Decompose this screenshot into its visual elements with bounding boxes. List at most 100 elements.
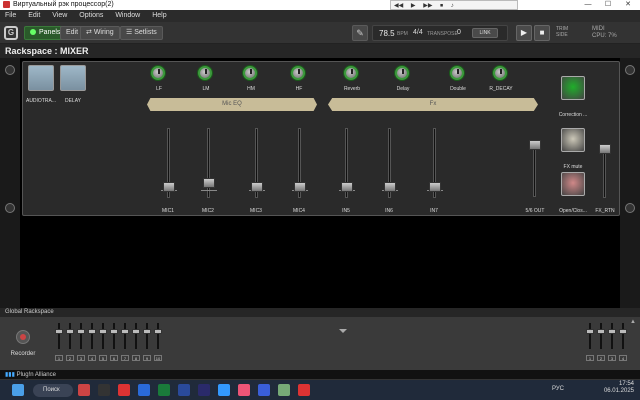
menu-file[interactable]: File	[0, 10, 21, 21]
left-channel-number[interactable]: 2	[66, 355, 74, 361]
windows-start-icon[interactable]	[12, 384, 24, 396]
audiotrack-button[interactable]	[28, 65, 54, 91]
after-effects-icon[interactable]	[218, 384, 230, 396]
language-indicator[interactable]: РУС	[552, 386, 564, 392]
left-fader-track[interactable]	[102, 323, 104, 349]
right-fader-track[interactable]	[611, 323, 613, 349]
wiring-button[interactable]: ⇄ Wiring	[80, 26, 120, 40]
fader-cap-in7[interactable]	[429, 182, 441, 193]
knob-rdecay[interactable]	[493, 66, 507, 80]
prev-track-icon[interactable]: ◀◀	[394, 2, 403, 9]
record-button[interactable]	[16, 330, 30, 344]
photo-app-icon[interactable]	[78, 384, 90, 396]
right-channel-number[interactable]: 3	[608, 355, 616, 361]
right-fader-track[interactable]	[589, 323, 591, 349]
left-channel-number[interactable]: 3	[77, 355, 85, 361]
left-fader-cap[interactable]	[154, 329, 162, 334]
vivaldi-icon[interactable]	[258, 384, 270, 396]
knob-double[interactable]	[450, 66, 464, 80]
media-controls[interactable]: ◀◀ ▶ ▶▶ ⏹ ♪	[390, 0, 518, 10]
menu-options[interactable]: Options	[74, 10, 108, 21]
fader-cap-mic3[interactable]	[251, 182, 263, 193]
left-channel-number[interactable]: 5	[99, 355, 107, 361]
knob-hf[interactable]	[291, 66, 305, 80]
delay-button[interactable]	[60, 65, 86, 91]
left-channel-number[interactable]: 6	[110, 355, 118, 361]
link-button[interactable]: LINK	[472, 28, 498, 38]
right-fader-cap[interactable]	[619, 329, 627, 334]
stop-button[interactable]: ■	[534, 25, 550, 41]
left-fader-cap[interactable]	[110, 329, 118, 334]
right-fader-cap[interactable]	[597, 329, 605, 334]
maximize-button[interactable]: ☐	[598, 0, 618, 10]
fader-cap-mic1[interactable]	[163, 182, 175, 193]
left-fader-track[interactable]	[124, 323, 126, 349]
knob-hm[interactable]	[243, 66, 257, 80]
photoshop-icon[interactable]	[198, 384, 210, 396]
right-fader-track[interactable]	[600, 323, 602, 349]
media-icon[interactable]	[238, 384, 250, 396]
left-fader-cap[interactable]	[121, 329, 129, 334]
out-fader-track[interactable]	[533, 142, 536, 197]
fx-mute-button[interactable]	[561, 128, 585, 152]
menu-window[interactable]: Window	[110, 10, 145, 21]
left-channel-number[interactable]: 8	[132, 355, 140, 361]
minimize-button[interactable]: —	[578, 0, 598, 10]
close-button[interactable]: ✕	[618, 0, 638, 10]
left-fader-cap[interactable]	[88, 329, 96, 334]
play-media-icon[interactable]: ▶	[411, 2, 416, 9]
files-icon[interactable]	[278, 384, 290, 396]
left-fader-cap[interactable]	[77, 329, 85, 334]
right-channel-number[interactable]: 2	[597, 355, 605, 361]
word-icon[interactable]	[138, 384, 150, 396]
left-fader-cap[interactable]	[132, 329, 140, 334]
knob-lf[interactable]	[151, 66, 165, 80]
left-fader-cap[interactable]	[66, 329, 74, 334]
left-channel-number[interactable]: 9	[143, 355, 151, 361]
left-fader-cap[interactable]	[143, 329, 151, 334]
fader-cap-mic4[interactable]	[294, 182, 306, 193]
excel-icon[interactable]	[158, 384, 170, 396]
left-channel-number[interactable]: 10	[154, 355, 162, 361]
gig-performer-icon[interactable]	[298, 384, 310, 396]
right-fader-cap[interactable]	[608, 329, 616, 334]
knob-lm[interactable]	[198, 66, 212, 80]
left-fader-track[interactable]	[80, 323, 82, 349]
time-signature[interactable]: 4/4	[413, 29, 423, 36]
left-fader-track[interactable]	[91, 323, 93, 349]
left-channel-number[interactable]: 1	[55, 355, 63, 361]
opera-icon[interactable]	[118, 384, 130, 396]
expand-arrow-icon[interactable]	[339, 329, 347, 333]
right-channel-number[interactable]: 4	[619, 355, 627, 361]
left-fader-track[interactable]	[135, 323, 137, 349]
stop-media-icon[interactable]: ⏹	[440, 3, 443, 10]
left-fader-track[interactable]	[157, 323, 159, 349]
correction-button[interactable]	[561, 76, 585, 100]
left-channel-number[interactable]: 4	[88, 355, 96, 361]
setlists-button[interactable]: ☰ Setlists	[120, 26, 163, 40]
teams-icon[interactable]	[178, 384, 190, 396]
transpose-value[interactable]: 0	[457, 29, 461, 36]
left-channel-number[interactable]: 7	[121, 355, 129, 361]
right-channel-number[interactable]: 1	[586, 355, 594, 361]
menu-view[interactable]: View	[47, 10, 72, 21]
left-fader-cap[interactable]	[99, 329, 107, 334]
menu-edit[interactable]: Edit	[23, 10, 45, 21]
app-icon[interactable]	[98, 384, 110, 396]
left-fader-track[interactable]	[58, 323, 60, 349]
bpm-value[interactable]: 78.5	[379, 29, 395, 38]
left-fader-track[interactable]	[113, 323, 115, 349]
out-fader-cap[interactable]	[529, 140, 541, 150]
left-fader-cap[interactable]	[55, 329, 63, 334]
fx-rtn-fader-cap[interactable]	[599, 144, 611, 154]
tools-icon[interactable]: ✎	[352, 25, 368, 41]
taskbar-search[interactable]: Поиск	[33, 384, 73, 397]
right-fader-track[interactable]	[622, 323, 624, 349]
fader-cap-in6[interactable]	[384, 182, 396, 193]
fader-cap-in5[interactable]	[341, 182, 353, 193]
scroll-up-icon[interactable]: ▲	[630, 319, 636, 325]
clock[interactable]: 17:54 06.01.2025	[600, 381, 634, 395]
play-button[interactable]: ▶	[516, 25, 532, 41]
right-fader-cap[interactable]	[586, 329, 594, 334]
left-fader-track[interactable]	[146, 323, 148, 349]
